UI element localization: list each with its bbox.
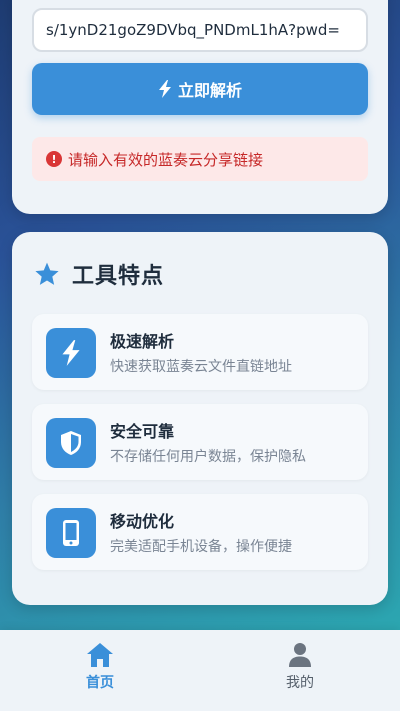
features-header: 工具特点 (34, 258, 164, 290)
feature-item-mobile: 移动优化 完美适配手机设备，操作便捷 (32, 494, 368, 570)
features-card: 工具特点 极速解析 快速获取蓝奏云文件直链地址 安全可靠 不存储任何用户数据，保… (12, 232, 388, 605)
parse-card: 立即解析 ! 请输入有效的蓝奏云分享链接 (12, 0, 388, 214)
share-link-input[interactable] (32, 8, 368, 52)
feature-icon-box (46, 418, 96, 468)
star-icon (35, 262, 59, 285)
bolt-icon (158, 80, 171, 98)
features-title: 工具特点 (72, 264, 165, 289)
feature-icon-box (46, 328, 96, 378)
feature-item-security: 安全可靠 不存储任何用户数据，保护隐私 (32, 404, 368, 480)
nav-home[interactable]: 首页 (0, 630, 200, 711)
feature-desc: 完美适配手机设备，操作便捷 (110, 539, 292, 555)
feature-icon-box (46, 508, 96, 558)
error-alert: ! 请输入有效的蓝奏云分享链接 (32, 137, 368, 181)
feature-title: 移动优化 (110, 512, 175, 531)
feature-item-speed: 极速解析 快速获取蓝奏云文件直链地址 (32, 314, 368, 390)
parse-button-label: 立即解析 (177, 81, 242, 100)
nav-me[interactable]: 我的 (200, 630, 400, 711)
home-icon (87, 642, 113, 667)
nav-home-label: 首页 (86, 674, 114, 691)
feature-desc: 快速获取蓝奏云文件直链地址 (110, 359, 292, 375)
nav-me-label: 我的 (286, 674, 314, 691)
mobile-icon (63, 520, 79, 546)
shield-icon (61, 431, 81, 455)
feature-title: 安全可靠 (110, 422, 175, 441)
error-message: 请输入有效的蓝奏云分享链接 (68, 150, 264, 169)
bolt-icon (62, 340, 80, 366)
feature-desc: 不存储任何用户数据，保护隐私 (110, 449, 306, 465)
user-icon (289, 642, 311, 667)
feature-title: 极速解析 (110, 332, 175, 351)
parse-button[interactable]: 立即解析 (32, 63, 368, 115)
error-icon: ! (46, 151, 62, 167)
bottom-nav: 首页 我的 (0, 630, 400, 711)
